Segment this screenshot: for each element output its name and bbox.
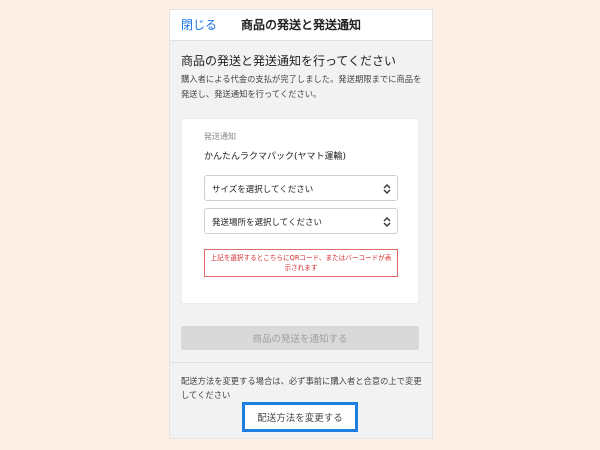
shipping-place-select-value: 発送場所を選択してください [212,218,322,228]
card-label: 発送通知 [204,132,236,141]
size-select[interactable]: サイズを選択してください [204,175,398,201]
change-shipping-method-button[interactable]: 配送方法を変更する [242,402,358,432]
qr-code-notice: 上記を選択するとこちらにQRコード、またはバーコードが表示されます [204,249,398,277]
size-select-value: サイズを選択してください [212,185,314,195]
page-title: 商品の発送と発送通知 [240,18,361,32]
top-navigation-bar: 閉じる 商品の発送と発送通知 [170,10,432,41]
shipping-notification-card: 発送通知 かんたんラクマパック(ヤマト運輸) サイズを選択してください 発送場所… [181,118,419,304]
section-heading: 商品の発送と発送通知を行ってください [181,54,397,68]
change-method-note: 配送方法を変更する場合は、必ず事前に購入者と合意の上で変更してください [181,376,422,400]
shipping-method-name: かんたんラクマパック(ヤマト運輸) [204,152,347,162]
shipping-notification-screen: 閉じる 商品の発送と発送通知 商品の発送と発送通知を行ってください 購入者による… [170,10,432,438]
shipping-place-select[interactable]: 発送場所を選択してください [204,208,398,234]
payment-complete-description: 購入者による代金の支払が完了しました。発送期限までに商品を発送し、発送通知を行っ… [181,74,422,99]
notify-shipment-button[interactable]: 商品の発送を通知する [181,326,419,350]
chevron-up-down-icon [383,217,391,227]
divider [170,362,432,363]
chevron-up-down-icon [383,184,391,194]
